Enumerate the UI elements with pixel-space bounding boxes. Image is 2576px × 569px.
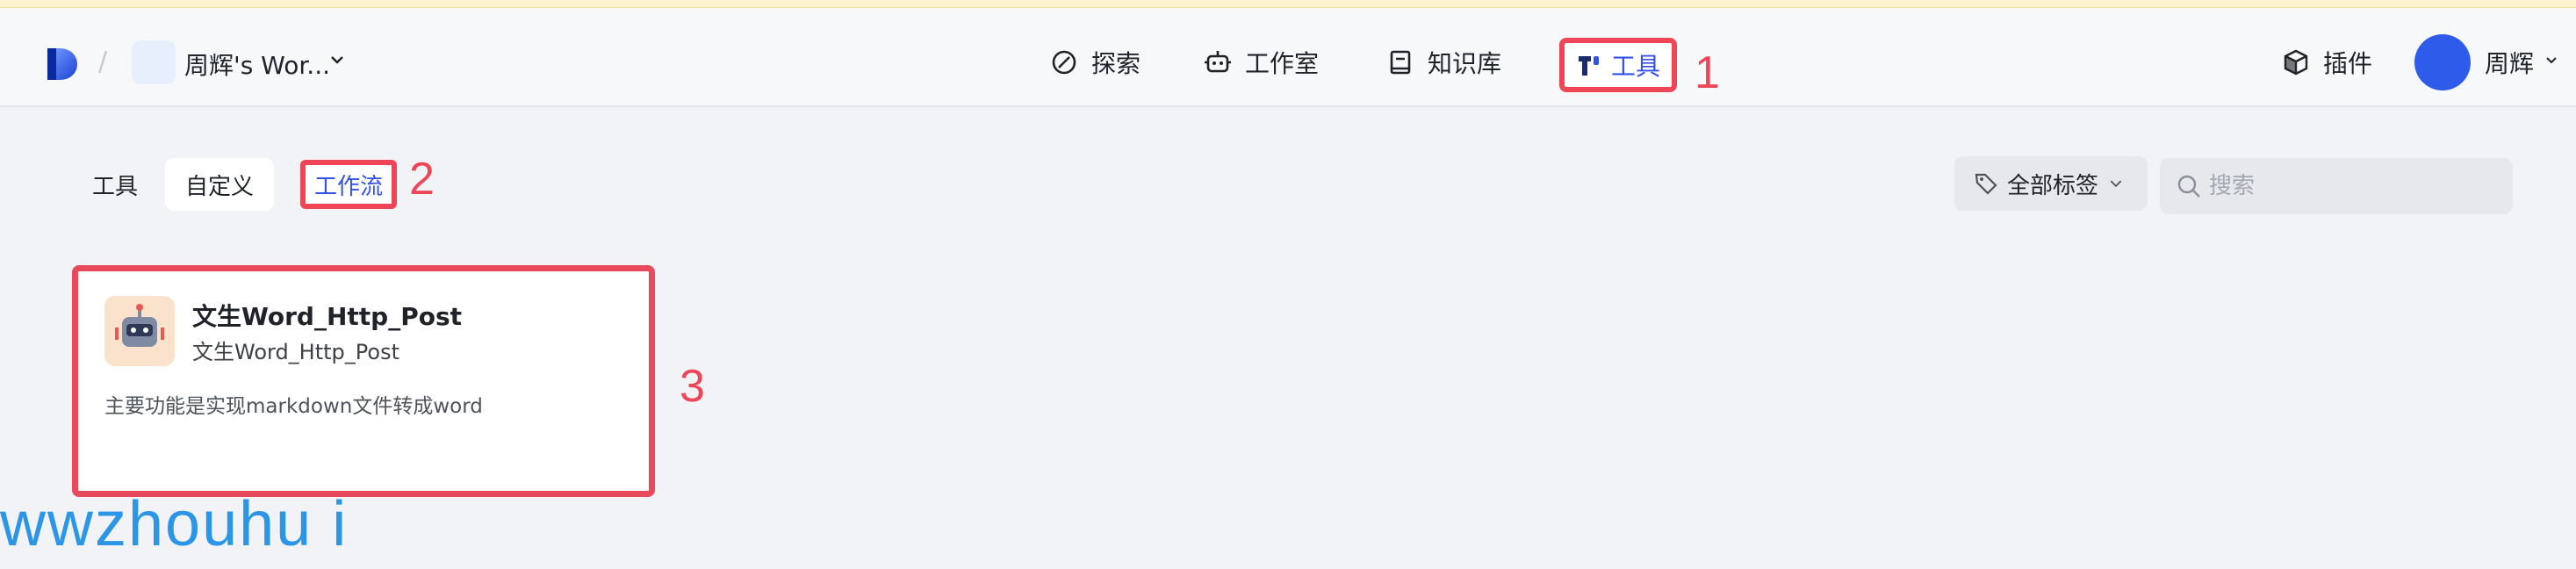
robot-icon [104,296,175,366]
tag-filter-dropdown[interactable]: 全部标签 [1954,156,2148,211]
tools-icon [1578,56,1599,76]
user-avatar[interactable] [2414,34,2471,90]
nav-knowledge-base[interactable]: 知识库 [1385,45,1501,80]
cube-icon [2284,49,2308,76]
compass-icon [1052,50,1076,75]
search-box[interactable] [2160,158,2513,214]
chevron-down-icon[interactable] [2544,54,2558,68]
tag-icon [1975,173,1997,195]
search-input[interactable] [2207,172,2500,200]
card-subtitle: 文生Word_Http_Post [192,340,400,364]
app-logo-icon[interactable] [44,45,79,83]
workflow-card[interactable]: 文生Word_Http_Post 文生Word_Http_Post 主要功能是实… [72,265,655,497]
nav-explore-label: 探索 [1091,49,1141,78]
card-description: 主要功能是实现markdown文件转成word [104,395,483,418]
nav-tools-label: 工具 [1610,52,1660,81]
nav-explore[interactable]: 探索 [1049,45,1140,80]
annotation-number-1: 1 [1695,47,1720,98]
watermark: wwzhouhu i [0,489,349,559]
annotation-number-3: 3 [680,361,705,412]
plugins-link[interactable]: 插件 [2281,45,2372,80]
tab-custom[interactable]: 自定义 [165,158,274,211]
top-header: / 周辉's Wor... 探索 工作室 知识库 工具 1 插件 周辉 [0,8,2576,107]
nav-knowledge-base-label: 知识库 [1428,49,1502,78]
search-icon [2177,175,2200,198]
breadcrumb-separator: / [98,47,108,77]
chevron-down-icon [2110,180,2122,188]
plugins-label: 插件 [2323,49,2373,78]
workspace-avatar[interactable] [132,40,176,84]
notification-strip [0,0,2576,8]
workspace-name[interactable]: 周辉's Wor... [184,47,330,82]
tag-filter-label: 全部标签 [2007,172,2099,199]
nav-studio[interactable]: 工作室 [1203,45,1319,80]
annotation-number-2: 2 [409,154,435,205]
robot-icon [1205,51,1231,73]
card-title: 文生Word_Http_Post [192,302,463,331]
user-name[interactable]: 周辉 [2485,45,2534,80]
book-icon [1390,50,1411,75]
tab-workflow[interactable]: 工作流 [300,160,397,209]
nav-tools[interactable]: 工具 [1559,38,1677,92]
chevron-down-icon[interactable] [328,51,346,68]
tab-tools[interactable]: 工具 [84,158,146,211]
nav-studio-label: 工作室 [1245,49,1320,78]
